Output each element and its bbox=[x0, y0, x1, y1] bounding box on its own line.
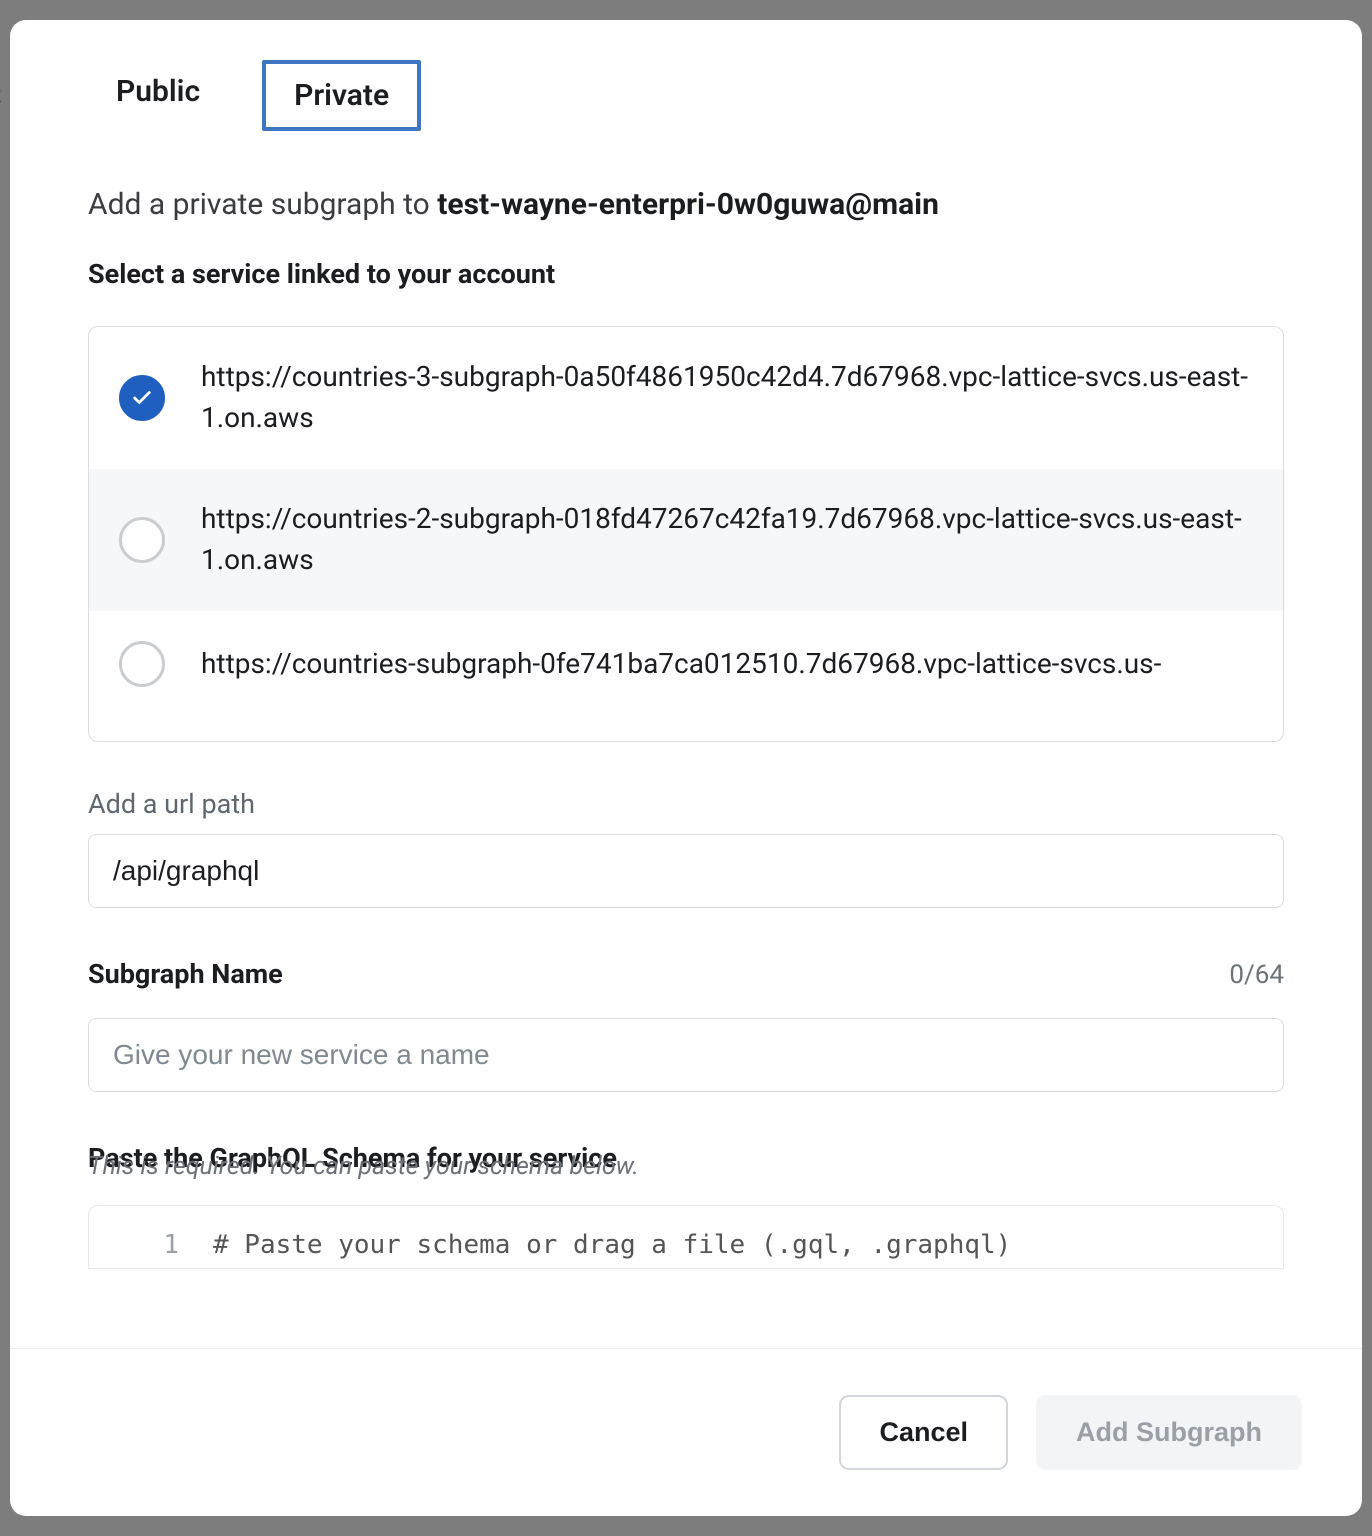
url-path-input[interactable] bbox=[88, 834, 1284, 908]
modal-footer: Cancel Add Subgraph bbox=[10, 1348, 1362, 1516]
tab-public[interactable]: Public bbox=[88, 60, 228, 123]
schema-hint: This is required. You can paste your sch… bbox=[88, 1152, 1284, 1181]
subgraph-name-input[interactable] bbox=[88, 1018, 1284, 1092]
modal-heading: Add a private subgraph to test-wayne-ent… bbox=[88, 187, 1284, 222]
visibility-tabs: Public Private bbox=[88, 60, 1284, 131]
service-option[interactable]: https://countries-2-subgraph-018fd47267c… bbox=[89, 469, 1283, 611]
subgraph-name-label: Subgraph Name bbox=[88, 958, 283, 990]
name-char-counter: 0/64 bbox=[1229, 960, 1284, 990]
service-section-label: Select a service linked to your account bbox=[88, 258, 1284, 290]
url-path-label: Add a url path bbox=[88, 788, 1284, 820]
radio-selected-icon[interactable] bbox=[119, 375, 165, 421]
service-option[interactable]: https://countries-3-subgraph-0a50f486195… bbox=[89, 327, 1283, 469]
service-list[interactable]: https://countries-3-subgraph-0a50f486195… bbox=[88, 326, 1284, 742]
tab-private[interactable]: Private bbox=[262, 60, 421, 131]
service-url: https://countries-subgraph-0fe741ba7ca01… bbox=[201, 644, 1161, 685]
schema-input[interactable]: 1 # Paste your schema or drag a file (.gq… bbox=[88, 1205, 1284, 1269]
service-url: https://countries-2-subgraph-018fd47267c… bbox=[201, 499, 1253, 580]
radio-icon[interactable] bbox=[119, 517, 165, 563]
service-url: https://countries-3-subgraph-0a50f486195… bbox=[201, 357, 1253, 438]
code-placeholder: # Paste your schema or drag a file (.gql… bbox=[213, 1230, 1011, 1260]
line-number: 1 bbox=[119, 1230, 179, 1260]
cancel-button[interactable]: Cancel bbox=[839, 1395, 1008, 1470]
radio-icon[interactable] bbox=[119, 641, 165, 687]
add-subgraph-button[interactable]: Add Subgraph bbox=[1036, 1395, 1302, 1470]
add-subgraph-modal: Public Private Add a private subgraph to… bbox=[10, 20, 1362, 1516]
service-option[interactable]: https://countries-subgraph-0fe741ba7ca01… bbox=[89, 611, 1283, 718]
